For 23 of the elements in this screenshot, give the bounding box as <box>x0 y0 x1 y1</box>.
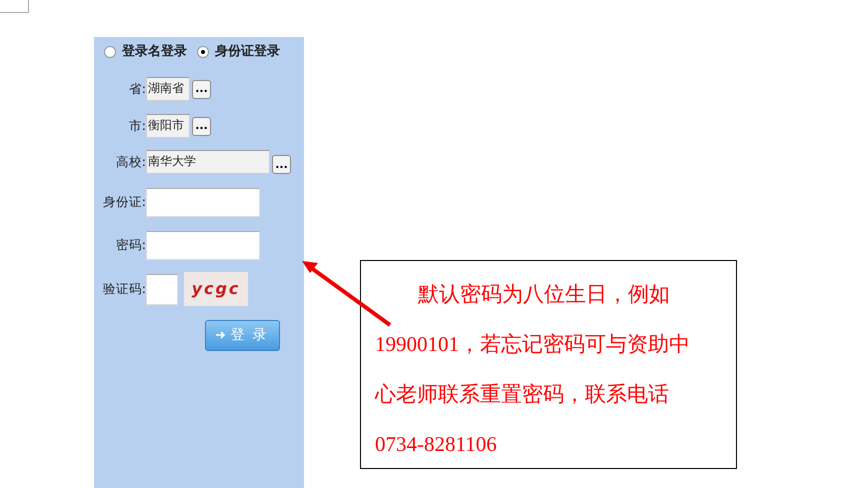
page-corner-mark <box>0 0 29 13</box>
input-field[interactable] <box>146 231 260 260</box>
radio-label[interactable]: 登录名登录 <box>122 42 187 62</box>
radio-button[interactable] <box>197 46 209 58</box>
radio-button[interactable] <box>104 46 116 58</box>
field-label: 市: <box>128 116 146 135</box>
input-field[interactable] <box>146 274 178 304</box>
select-field[interactable]: 南华大学 <box>146 150 270 174</box>
note-text: 默认密码为八位生日，例如 19900101，若忘记密码可与资助中 心老师联系重置密码，联系电话 0734-8281106 <box>375 281 691 458</box>
select-field[interactable]: 湖南省 <box>146 77 190 101</box>
captcha-image: ycgc <box>184 272 248 306</box>
field-label: 验证码: <box>102 280 146 298</box>
field-label: 省: <box>128 80 146 98</box>
select-field[interactable]: 衡阳市 <box>146 114 190 138</box>
browse-button[interactable]: ... <box>192 116 211 136</box>
arrow-icon <box>216 331 226 340</box>
field-label: 身份证: <box>102 193 146 212</box>
field-label: 高校: <box>114 152 146 171</box>
browse-button[interactable]: ... <box>192 80 211 98</box>
input-field[interactable] <box>146 188 260 217</box>
browse-button[interactable]: ... <box>272 155 291 174</box>
field-label: 密码: <box>114 236 146 254</box>
radio-label[interactable]: 身份证登录 <box>215 42 280 62</box>
